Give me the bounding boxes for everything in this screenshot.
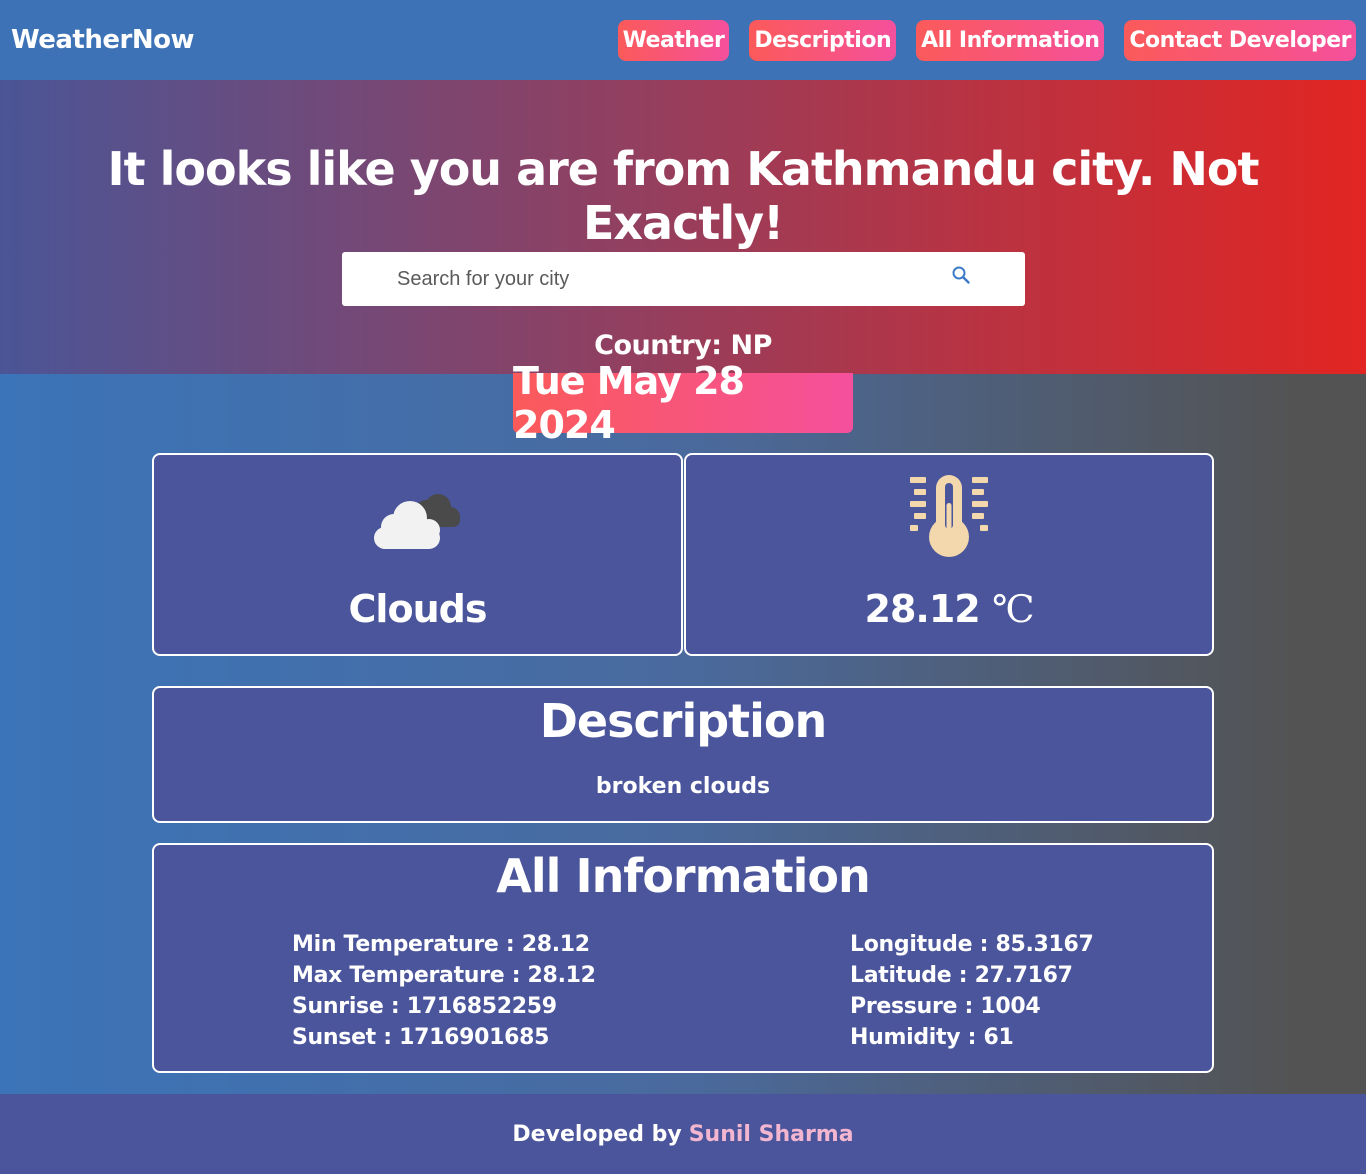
- pressure: Pressure : 1004: [850, 994, 1041, 1019]
- cloud-icon: [374, 494, 460, 549]
- info-left-column: Min Temperature : 28.12 Max Temperature …: [292, 929, 596, 1053]
- developer-name-link[interactable]: Sunil Sharma: [689, 1122, 854, 1147]
- footer-developed-by: Developed by: [512, 1121, 682, 1147]
- latitude: Latitude : 27.7167: [850, 963, 1073, 988]
- nav-weather-link[interactable]: Weather: [617, 19, 730, 61]
- weather-condition-card: Clouds: [152, 453, 683, 656]
- thermometer-icon: [910, 475, 988, 557]
- temperature-number: 28.12: [864, 587, 981, 631]
- all-information-title: All Information: [496, 849, 870, 903]
- brand-logo[interactable]: WeatherNow: [11, 25, 194, 55]
- location-heading: It looks like you are from Kathmandu cit…: [107, 142, 1260, 250]
- search-icon[interactable]: [950, 264, 972, 286]
- temperature-value: 28.12 ℃: [686, 587, 1212, 631]
- nav-links: Weather Description All Information Cont…: [617, 19, 1356, 61]
- nav-contact-developer-link[interactable]: Contact Developer: [1124, 19, 1356, 61]
- max-temperature: Max Temperature : 28.12: [292, 963, 596, 988]
- longitude: Longitude : 85.3167: [850, 932, 1094, 957]
- search-input[interactable]: [397, 252, 957, 306]
- description-title: Description: [539, 694, 828, 748]
- info-right-column: Longitude : 85.3167 Latitude : 27.7167 P…: [850, 929, 1094, 1053]
- description-text: broken clouds: [595, 774, 771, 799]
- navbar: WeatherNow Weather Description All Infor…: [0, 0, 1366, 80]
- search-box: [342, 252, 1025, 306]
- humidity: Humidity : 61: [850, 1025, 1014, 1050]
- hero-section: It looks like you are from Kathmandu cit…: [0, 80, 1366, 374]
- weather-condition: Clouds: [348, 587, 488, 631]
- min-temperature: Min Temperature : 28.12: [292, 932, 590, 957]
- sunrise: Sunrise : 1716852259: [292, 994, 557, 1019]
- nav-all-information-link[interactable]: All Information: [916, 19, 1105, 61]
- description-card: Description broken clouds: [152, 686, 1214, 823]
- temperature-unit: ℃: [991, 587, 1035, 631]
- nav-description-link[interactable]: Description: [749, 19, 897, 61]
- footer: Developed by Sunil Sharma: [0, 1094, 1366, 1174]
- country-label: Country: NP: [594, 330, 772, 361]
- sunset: Sunset : 1716901685: [292, 1025, 550, 1050]
- date-badge: Tue May 28 2024: [513, 359, 853, 447]
- all-information-card: All Information Min Temperature : 28.12 …: [152, 843, 1214, 1073]
- temperature-card: 28.12 ℃: [684, 453, 1214, 656]
